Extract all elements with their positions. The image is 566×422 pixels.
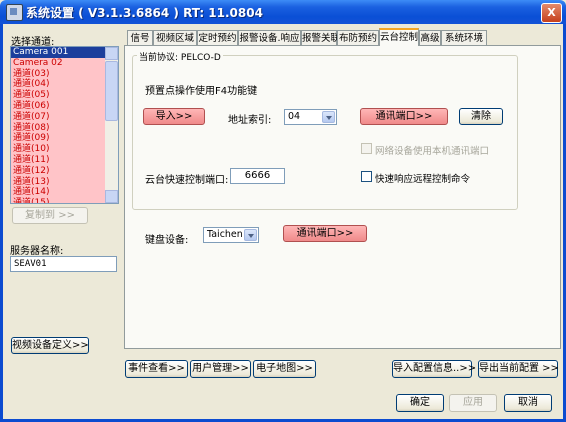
ok-button[interactable]: 确定 — [396, 394, 444, 412]
emap-button[interactable]: 电子地图>> — [253, 360, 316, 378]
user-manage-button[interactable]: 用户管理>> — [190, 360, 251, 378]
channel-item[interactable]: 通道(10) — [11, 144, 105, 155]
keyboard-comm-port-button[interactable]: 通讯端口>> — [283, 225, 367, 242]
server-name-label: 服务器名称: — [10, 246, 64, 257]
channel-item[interactable]: 通道(07) — [11, 111, 105, 123]
channel-item[interactable]: 通道(12) — [11, 165, 105, 177]
tab-item[interactable]: 报警关联 — [301, 30, 340, 45]
quick-response-label: 快速响应远程控制命令 — [375, 174, 471, 185]
preset-hint: 预置点操作使用F4功能键 — [145, 86, 258, 97]
address-index-select[interactable]: 04 — [284, 109, 337, 125]
quick-port-label: 云台快速控制端口: — [145, 175, 229, 186]
tab-item[interactable]: 视频区域 — [153, 30, 197, 45]
chevron-down-icon[interactable] — [244, 229, 257, 241]
keyboard-device-label: 键盘设备: — [145, 235, 189, 246]
quick-response-checkbox[interactable] — [361, 171, 372, 182]
keyboard-device-select[interactable]: Taichen — [203, 227, 259, 243]
server-name-input[interactable]: SEAV01 — [10, 256, 117, 272]
channel-item[interactable]: 通道(03) — [11, 68, 105, 80]
comm-port-button[interactable]: 通讯端口>> — [360, 108, 448, 125]
tab-item[interactable]: 云台控制 — [379, 28, 419, 46]
keyboard-device-value: Taichen — [207, 229, 243, 240]
apply-button[interactable]: 应用 — [449, 394, 497, 412]
chevron-down-icon[interactable] — [322, 111, 335, 123]
cancel-button[interactable]: 取消 — [504, 394, 552, 412]
channel-items: Camera 001 Camera 02 通道(03) 通道(04) 通道(05) 通道(… — [11, 47, 118, 203]
tab-item[interactable]: 高级 — [419, 30, 441, 45]
tab-item[interactable]: 布防预约 — [337, 30, 379, 45]
channel-item[interactable]: 通道(15) — [11, 198, 105, 203]
address-index-label: 地址索引: — [228, 115, 272, 126]
protocol-groupbox — [132, 55, 518, 210]
clear-button[interactable]: 清除 — [459, 108, 503, 125]
address-index-value: 04 — [288, 111, 301, 122]
tab-item[interactable]: 报警设备.响应 — [238, 30, 301, 45]
tab-item[interactable]: 信号 — [127, 30, 153, 45]
channel-item[interactable]: 通道(08) — [11, 122, 105, 134]
tab-item[interactable]: 系统环境 — [441, 30, 487, 45]
import-button[interactable]: 导入>> — [143, 108, 205, 125]
tab-item[interactable]: 定时预约 — [197, 30, 238, 45]
scroll-thumb[interactable] — [105, 61, 118, 121]
scroll-up-icon[interactable] — [105, 47, 118, 60]
quick-port-input[interactable]: 6666 — [230, 168, 285, 184]
network-device-label: 网络设备使用本机通讯端口 — [375, 146, 490, 157]
export-config-button[interactable]: 导出当前配置 >> — [478, 360, 559, 378]
window-title: 系统设置 ( V3.1.3.6864 ) RT: 11.0804 — [26, 6, 263, 20]
video-device-definition-button[interactable]: 视频设备定义>> — [11, 337, 89, 354]
copy-to-button[interactable]: 复制到 >> — [12, 207, 88, 224]
event-view-button[interactable]: 事件查看>> — [125, 360, 188, 378]
channel-scrollbar[interactable] — [105, 47, 118, 203]
scroll-down-icon[interactable] — [105, 190, 118, 203]
channel-list[interactable]: Camera 001 Camera 02 通道(03) 通道(04) 通道(05) 通道(… — [10, 46, 119, 204]
app-icon — [6, 4, 23, 21]
protocol-label: 当前协议: PELCO-D — [137, 50, 223, 63]
channel-item[interactable]: Camera 02 — [11, 57, 105, 69]
channel-item[interactable]: Camera 001 — [11, 47, 105, 58]
network-device-checkbox[interactable] — [361, 143, 372, 154]
import-config-button[interactable]: 导入配置信息..>> — [392, 360, 476, 378]
close-button[interactable]: X — [541, 3, 562, 23]
channel-item[interactable]: 通道(04) — [11, 79, 105, 91]
channel-item[interactable]: 通道(11) — [11, 154, 105, 166]
channel-item[interactable]: 通道(06) — [11, 100, 105, 112]
channel-item[interactable]: 通道(05) — [11, 90, 105, 101]
channel-item[interactable]: 通道(14) — [11, 187, 105, 199]
channel-item[interactable]: 通道(13) — [11, 176, 105, 188]
channel-item[interactable]: 通道(09) — [11, 133, 105, 145]
